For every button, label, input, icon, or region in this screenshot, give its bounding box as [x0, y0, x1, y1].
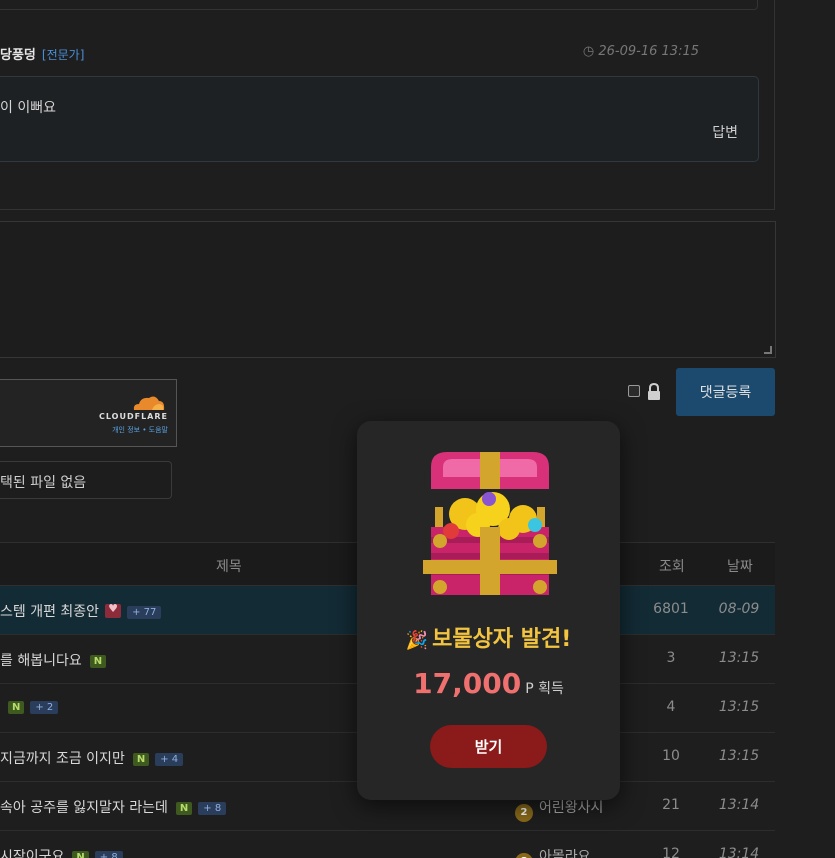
reward-number: 17,000	[413, 667, 522, 700]
post-date: 13:14	[718, 846, 760, 858]
post-views: 12	[662, 846, 680, 858]
comment-body: 이 이뻐요 답변	[0, 76, 759, 162]
lock-icon	[648, 383, 660, 400]
claim-button[interactable]: 받기	[430, 725, 547, 768]
level-badge-icon: 2	[515, 804, 533, 822]
post-views: 21	[662, 797, 680, 813]
comment-count-badge: + 8	[94, 851, 123, 858]
post-date: 13:15	[718, 699, 760, 715]
submit-comment-button[interactable]: 댓글등록	[676, 368, 775, 416]
comment-count-badge: + 2	[30, 701, 59, 714]
new-badge: N	[132, 753, 150, 766]
new-badge: N	[8, 701, 25, 714]
post-author[interactable]: 2 어린왕사시	[515, 797, 603, 822]
post-title-text[interactable]: 를 해봅니다요	[0, 653, 82, 669]
comment-author[interactable]: 당풍덩 [전문가]	[0, 44, 84, 63]
column-date[interactable]: 날짜	[727, 556, 753, 576]
modal-title-text: 보물상자 발견!	[432, 627, 572, 652]
post-title[interactable]: 스템 개편 최종안 + 77	[0, 601, 162, 621]
post-views: 3	[666, 650, 676, 666]
comment-panel: 당풍덩 [전문가] ◷ 26-09-16 13:15 이 이뻐요 답변	[0, 0, 775, 210]
modal-title: 🎉 보물상자 발견!	[357, 621, 620, 653]
treasure-modal: 🎉 보물상자 발견! 17,000 P 획득 받기	[357, 421, 620, 800]
comment-date-text: 26-09-16 13:15	[598, 44, 699, 59]
party-popper-icon: 🎉	[405, 630, 429, 651]
captcha-brand: CLOUDFLARE	[99, 412, 168, 421]
author-badge: [전문가]	[41, 48, 85, 62]
captcha-widget[interactable]: CLOUDFLARE 개인 정보 • 도움말	[0, 379, 177, 447]
comment-count-badge: + 8	[198, 802, 227, 815]
post-title-text[interactable]: 스템 개편 최종안	[0, 604, 99, 620]
previous-comment-box	[0, 0, 758, 10]
post-date: 13:14	[718, 797, 760, 813]
post-views: 4	[666, 699, 676, 715]
post-date: 08-09	[718, 601, 760, 617]
comment-text: 이 이뻐요	[0, 100, 56, 116]
column-title[interactable]: 제목	[216, 556, 242, 576]
post-date: 13:15	[718, 650, 760, 666]
author-name[interactable]: 당풍덩	[0, 48, 36, 63]
level-badge-icon: 8	[515, 853, 533, 858]
resize-handle-icon[interactable]	[764, 346, 772, 354]
comment-textarea[interactable]	[0, 221, 776, 358]
post-title[interactable]: 지금까지 조금 이지만 N + 4	[0, 748, 184, 768]
post-title[interactable]: 속아 공주를 잃지말자 라는데 N + 8	[0, 797, 227, 817]
column-views[interactable]: 조회	[659, 556, 685, 576]
secret-checkbox[interactable]	[628, 385, 640, 397]
reward-unit: P 획득	[525, 681, 564, 697]
post-views: 10	[662, 748, 680, 764]
post-title-text[interactable]: 지금까지 조금 이지만	[0, 751, 125, 767]
comment-count-badge: + 4	[155, 753, 184, 766]
post-author[interactable]: 8 아몰라요	[515, 846, 591, 858]
post-title-text[interactable]: 속아 공주를 잃지말자 라는데	[0, 800, 168, 816]
post-title[interactable]: 시작이군요 N + 8	[0, 846, 123, 858]
table-row[interactable]: 시작이군요 N + 8 8 아몰라요 12 13:14	[0, 831, 775, 858]
file-input[interactable]: 택된 파일 없음	[0, 461, 172, 499]
new-badge: N	[175, 802, 193, 815]
post-title[interactable]: N + 2	[0, 699, 59, 715]
new-badge: N	[72, 851, 89, 858]
treasure-chest-icon	[423, 452, 557, 595]
comment-date: ◷ 26-09-16 13:15	[583, 44, 699, 59]
clock-icon: ◷	[582, 44, 595, 59]
post-author-name[interactable]: 아몰라요	[539, 849, 591, 858]
heart-icon	[105, 602, 122, 618]
post-author-name[interactable]: 어린왕사시	[539, 800, 603, 816]
new-badge: N	[89, 655, 107, 668]
post-views: 6801	[653, 601, 689, 617]
captcha-links[interactable]: 개인 정보 • 도움말	[112, 425, 168, 435]
cloudflare-logo-icon	[133, 396, 165, 410]
post-date: 13:15	[718, 748, 760, 764]
reward-amount: 17,000 P 획득	[357, 667, 620, 700]
reply-button[interactable]: 답변	[712, 122, 738, 142]
comment-count-badge: + 77	[127, 606, 162, 619]
post-title-text[interactable]: 시작이군요	[0, 849, 64, 858]
post-title[interactable]: 를 해봅니다요 N	[0, 650, 107, 670]
